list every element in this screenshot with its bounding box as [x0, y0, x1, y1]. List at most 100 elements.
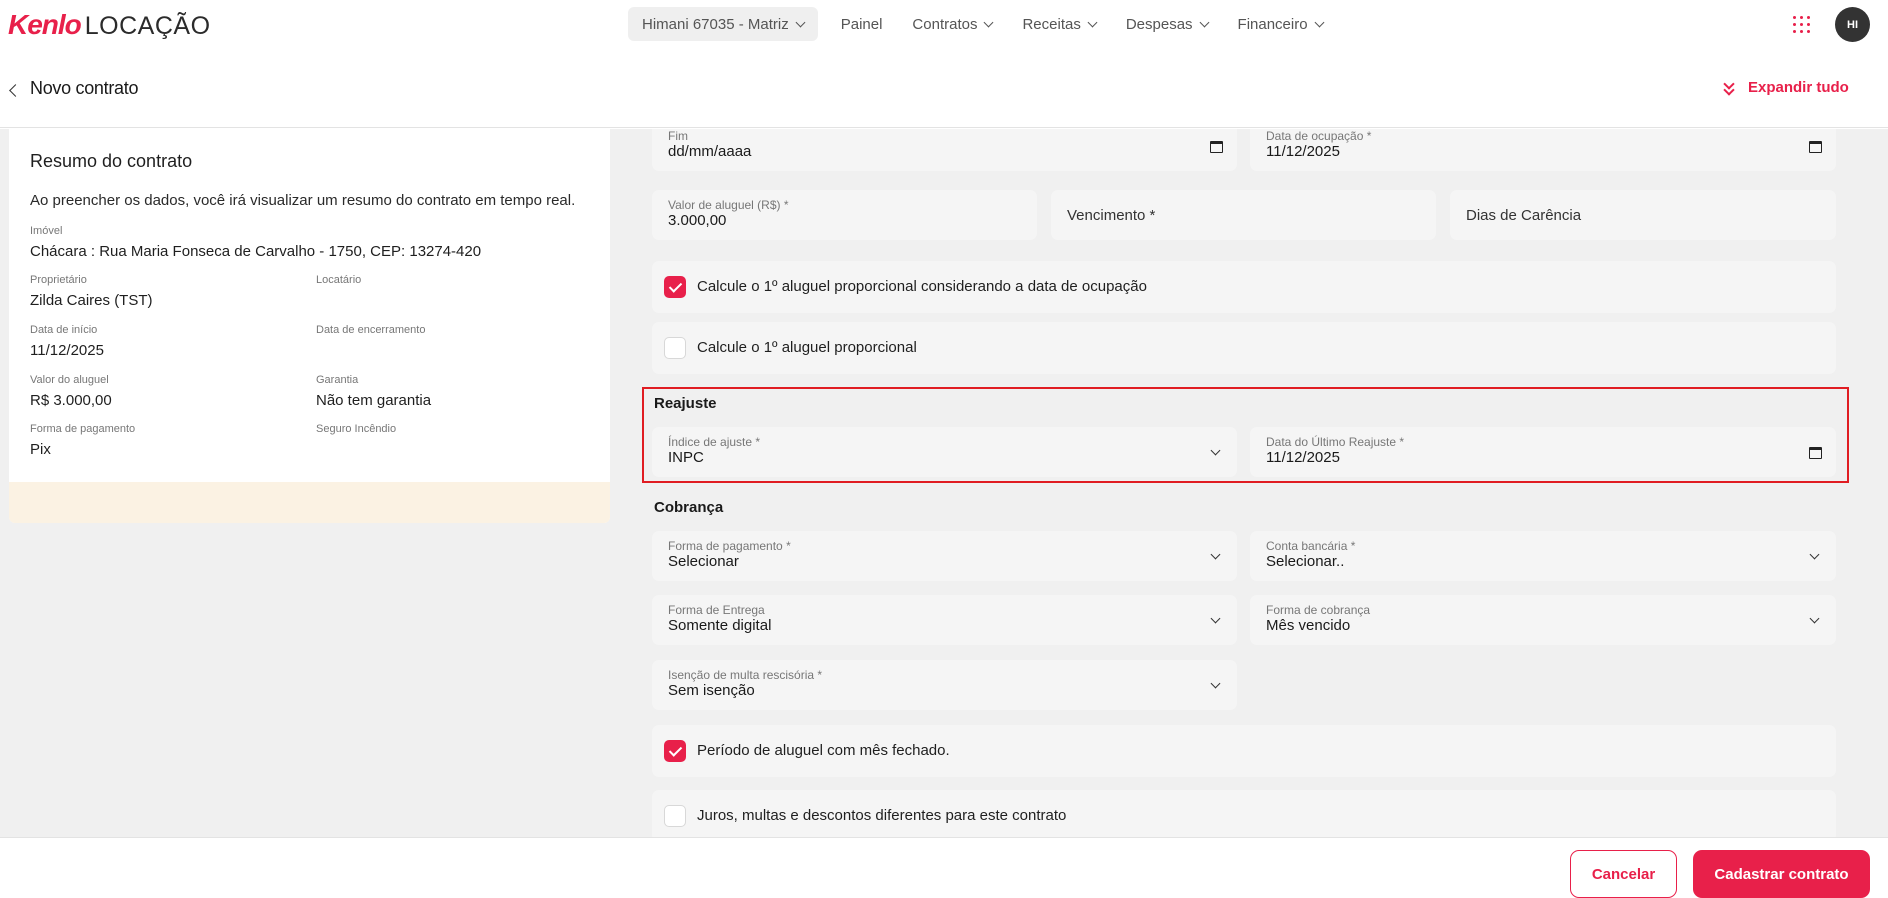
checkbox-row-juros[interactable]: Juros, multas e descontos diferentes par… [652, 790, 1836, 837]
field-label: Data do Último Reajuste * [1266, 435, 1405, 449]
expand-all-label: Expandir tudo [1748, 79, 1849, 96]
checkbox-label: Juros, multas e descontos diferentes par… [697, 807, 1067, 824]
calendar-icon[interactable] [1809, 447, 1822, 459]
summary-value: Pix [30, 441, 51, 458]
chevron-down-icon [1809, 613, 1820, 624]
chevron-down-icon [1210, 549, 1221, 560]
nav-item-label: Painel [840, 15, 883, 33]
nav-item-label: Receitas [1022, 15, 1081, 33]
nav-item-receitas[interactable]: Receitas [1007, 7, 1110, 41]
chevron-left-icon[interactable] [9, 84, 22, 97]
summary-label: Seguro Incêndio [316, 423, 397, 435]
field-value: Sem isenção [668, 682, 755, 699]
checkbox-row-proporcional[interactable]: Calcule o 1º aluguel proporcional [652, 322, 1836, 374]
summary-valor: Valor do aluguel R$ 3.000,00 [30, 374, 112, 409]
isencao-multa-select[interactable]: Isenção de multa rescisória * Sem isençã… [652, 660, 1237, 710]
summary-label: Forma de pagamento [30, 423, 136, 435]
content-area: Resumo do contrato Ao preencher os dados… [0, 129, 1888, 837]
field-label: Forma de cobrança [1266, 603, 1371, 617]
checkbox-row-proporcional-ocupacao[interactable]: Calcule o 1º aluguel proporcional consid… [652, 261, 1836, 313]
forma-entrega-select[interactable]: Forma de Entrega Somente digital [652, 595, 1237, 645]
chevron-down-icon [1809, 549, 1820, 560]
summary-title: Resumo do contrato [30, 151, 193, 171]
forma-pagamento-select[interactable]: Forma de pagamento * Selecionar [652, 531, 1237, 581]
company-selector[interactable]: Himani 67035 - Matriz [628, 7, 818, 41]
field-placeholder: Dias de Carência [1466, 207, 1582, 224]
vencimento-field[interactable]: Vencimento * [1051, 190, 1436, 240]
data-ultimo-reajuste-field[interactable]: Data do Último Reajuste * 11/12/2025 [1250, 427, 1836, 477]
nav-item-label: Contratos [912, 15, 978, 33]
nav-item-label: Despesas [1125, 15, 1193, 33]
checkbox-unchecked[interactable] [664, 805, 686, 827]
summary-label: Data de início [30, 324, 98, 336]
field-value: dd/mm/aaaa [668, 143, 752, 160]
calendar-icon[interactable] [1809, 141, 1822, 153]
summary-data-encerramento: Data de encerramento [316, 324, 425, 342]
grid-apps-icon[interactable] [1793, 16, 1810, 33]
summary-label: Imóvel [30, 225, 63, 237]
field-value: 3.000,00 [668, 212, 727, 229]
summary-label: Valor do aluguel [30, 374, 109, 386]
field-value: Mês vencido [1266, 617, 1351, 634]
checkbox-checked[interactable] [664, 276, 686, 298]
summary-garantia: Garantia Não tem garantia [316, 374, 431, 409]
summary-value: Zilda Caires (TST) [30, 292, 153, 309]
page-header: Novo contrato Expandir tudo [0, 48, 1888, 128]
summary-data-inicio: Data de início 11/12/2025 [30, 324, 104, 359]
nav-item-label: Financeiro [1237, 15, 1308, 33]
field-value: 11/12/2025 [1266, 143, 1340, 160]
summary-value: Não tem garantia [316, 392, 432, 409]
summary-value: R$ 3.000,00 [30, 392, 112, 409]
fim-date-field[interactable]: Fim dd/mm/aaaa [652, 129, 1237, 171]
cancel-button[interactable]: Cancelar [1570, 850, 1677, 898]
calendar-icon[interactable] [1210, 141, 1223, 153]
kenlo-logo[interactable]: Kenlo LOCAÇÃO [8, 9, 211, 41]
submit-contract-button[interactable]: Cadastrar contrato [1693, 850, 1870, 898]
chevron-down-icon [984, 17, 994, 27]
summary-locatario: Locatário [316, 274, 361, 292]
top-navbar: Kenlo LOCAÇÃO Himani 67035 - Matriz Pain… [0, 0, 1888, 48]
dias-carencia-field[interactable]: Dias de Carência [1450, 190, 1836, 240]
nav-item-painel[interactable]: Painel [826, 7, 898, 41]
nav-item-contratos[interactable]: Contratos [897, 7, 1007, 41]
forma-cobranca-select[interactable]: Forma de cobrança Mês vencido [1250, 595, 1836, 645]
nav-item-financeiro[interactable]: Financeiro [1223, 7, 1338, 41]
section-title-cobranca: Cobrança [654, 499, 724, 516]
field-value: Somente digital [668, 617, 772, 634]
expand-all-button[interactable]: Expandir tudo [1722, 77, 1849, 96]
field-placeholder: Vencimento * [1067, 207, 1156, 224]
avatar[interactable]: HI [1835, 7, 1870, 42]
indice-ajuste-select[interactable]: Índice de ajuste * INPC [652, 427, 1237, 477]
field-label: Fim [668, 129, 688, 143]
summary-description: Ao preencher os dados, você irá visualiz… [30, 192, 576, 209]
summary-label: Proprietário [30, 274, 87, 286]
checkbox-label: Calcule o 1º aluguel proporcional [697, 339, 917, 356]
field-label: Índice de ajuste * [668, 435, 761, 449]
field-label: Data de ocupação * [1266, 129, 1372, 143]
summary-forma-pagamento: Forma de pagamento Pix [30, 423, 135, 458]
conta-bancaria-select[interactable]: Conta bancária * Selecionar.. [1250, 531, 1836, 581]
field-value: 11/12/2025 [1266, 449, 1340, 466]
summary-proprietario: Proprietário Zilda Caires (TST) [30, 274, 153, 309]
summary-value: 11/12/2025 [30, 342, 104, 359]
checkbox-row-mes-fechado[interactable]: Período de aluguel com mês fechado. [652, 725, 1836, 777]
field-value: Selecionar [668, 553, 739, 570]
chevron-down-icon [1210, 445, 1221, 456]
summary-seguro: Seguro Incêndio [316, 423, 396, 441]
summary-label: Locatário [316, 274, 362, 286]
checkbox-unchecked[interactable] [664, 337, 686, 359]
valor-aluguel-field[interactable]: Valor de aluguel (R$) * 3.000,00 [652, 190, 1037, 240]
checkbox-checked[interactable] [664, 740, 686, 762]
page-title: Novo contrato [30, 78, 139, 98]
field-value: INPC [668, 449, 704, 466]
field-label: Forma de Entrega [668, 603, 765, 617]
main-nav: Himani 67035 - Matriz Painel Contratos R… [628, 7, 1338, 41]
summary-footer [9, 482, 610, 523]
chevron-down-icon [1210, 613, 1221, 624]
double-chevron-down-icon [1722, 77, 1736, 96]
field-value: Selecionar.. [1266, 553, 1345, 570]
contract-summary-card: Resumo do contrato Ao preencher os dados… [9, 129, 610, 523]
nav-item-despesas[interactable]: Despesas [1111, 7, 1223, 41]
data-ocupacao-field[interactable]: Data de ocupação * 11/12/2025 [1250, 129, 1836, 171]
summary-value: Chácara : Rua Maria Fonseca de Carvalho … [30, 243, 482, 260]
